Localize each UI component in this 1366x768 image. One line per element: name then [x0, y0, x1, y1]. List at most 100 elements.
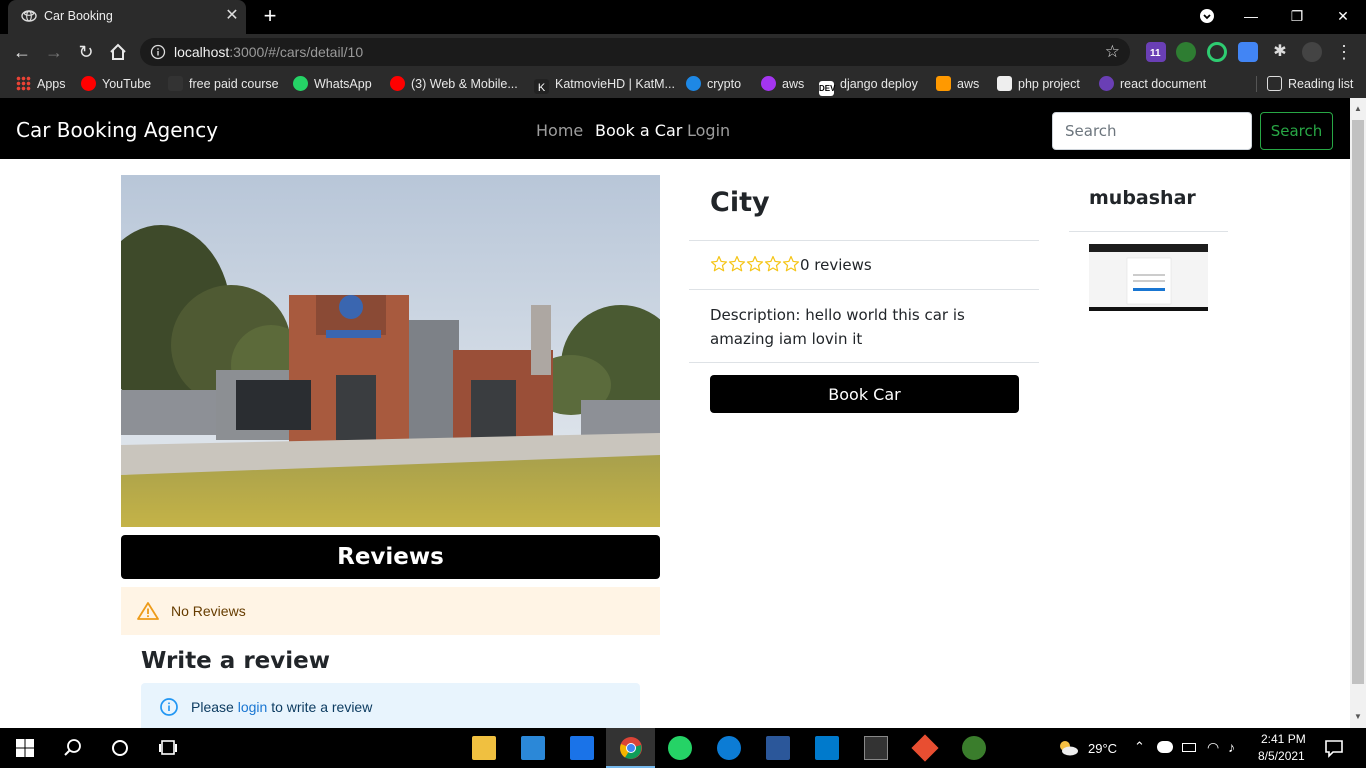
bookmark-label: crypto: [707, 77, 742, 91]
star-icon: [728, 255, 746, 272]
battery-icon[interactable]: [1182, 743, 1196, 752]
scroll-up-icon[interactable]: ▲: [1353, 104, 1363, 114]
word-icon[interactable]: [766, 736, 790, 760]
tab-close-icon[interactable]: ✕: [224, 8, 240, 24]
extensions-puzzle-icon[interactable]: ✱: [1270, 42, 1290, 62]
browser-toolbar: ← → ↻ localhost:3000/#/cars/detail/10 ☆ …: [0, 34, 1366, 70]
write-review-title: Write a review: [141, 648, 330, 674]
youtube-icon: [81, 76, 96, 91]
bookmark-whatsapp[interactable]: WhatsApp: [293, 75, 372, 93]
bookmark-label: free paid course: [189, 77, 279, 91]
bookmark-label: WhatsApp: [314, 77, 372, 91]
car-description: Description: hello world this car is ama…: [710, 306, 965, 348]
notifications-icon[interactable]: [1322, 736, 1346, 760]
no-reviews-alert: No Reviews: [121, 587, 660, 635]
no-reviews-text: No Reviews: [171, 603, 246, 619]
scroll-thumb[interactable]: [1352, 120, 1364, 684]
bookmark-aws-1[interactable]: aws: [761, 75, 804, 93]
edge-icon[interactable]: [717, 736, 741, 760]
google-translate-icon[interactable]: [1238, 42, 1258, 62]
back-icon[interactable]: ←: [11, 41, 33, 63]
divider: [689, 362, 1039, 363]
window-close-icon[interactable]: ✕: [1333, 6, 1353, 26]
site-navbar: Car Booking Agency Home Book a Car Login…: [0, 98, 1350, 159]
windows-start-icon[interactable]: [13, 736, 37, 760]
browser-tab-strip: Car Booking ✕ + — ❐ ✕: [0, 0, 1366, 34]
bookmark-crypto[interactable]: crypto: [686, 75, 741, 93]
tab-search-icon[interactable]: [1197, 6, 1217, 26]
microsoft-store-icon[interactable]: [521, 736, 545, 760]
tray-overflow-icon[interactable]: ⌃: [1134, 739, 1145, 755]
bookmark-php-project[interactable]: php project: [997, 75, 1080, 93]
owner-name: mubashar: [1089, 187, 1196, 209]
car-image: [121, 175, 660, 527]
reading-list[interactable]: Reading list: [1267, 75, 1353, 93]
katmovie-icon: K: [534, 79, 549, 94]
bookmark-star-icon[interactable]: ☆: [1105, 42, 1120, 62]
bookmark-react-document[interactable]: react document: [1099, 75, 1206, 93]
git-icon[interactable]: [911, 734, 939, 762]
scroll-down-icon[interactable]: ▼: [1353, 712, 1363, 722]
profile-avatar[interactable]: [1302, 42, 1322, 62]
download-manager-icon[interactable]: [962, 736, 986, 760]
bookmark-apps[interactable]: Apps: [16, 75, 66, 93]
bookmark-youtube[interactable]: YouTube: [81, 75, 151, 93]
car-rating: 0 reviews: [710, 255, 872, 274]
bookmark-label: aws: [957, 77, 980, 91]
chrome-menu-icon[interactable]: ⋮: [1334, 42, 1354, 62]
vscode-icon[interactable]: [815, 736, 839, 760]
bookmark-katmoviehd[interactable]: K KatmovieHD | KatM...: [534, 75, 675, 94]
wifi-icon[interactable]: ◠: [1207, 739, 1219, 756]
youtube-icon: [390, 76, 405, 91]
chrome-icon[interactable]: [619, 736, 643, 760]
task-view-icon[interactable]: [156, 736, 180, 760]
clock-date[interactable]: 8/5/2021: [1258, 749, 1305, 763]
bookmark-django-deploy[interactable]: DEV django deploy: [819, 75, 918, 96]
login-to-review-alert: Please login to write a review: [141, 683, 640, 728]
warning-icon: [137, 602, 159, 620]
extension-badge-icon[interactable]: 11: [1146, 42, 1166, 62]
search-icon[interactable]: [61, 736, 85, 760]
php-icon: [997, 76, 1012, 91]
bookmark-label: (3) Web & Mobile...: [411, 77, 518, 91]
search-button[interactable]: Search: [1260, 112, 1333, 150]
mail-icon[interactable]: [570, 736, 594, 760]
page-scrollbar[interactable]: ▲ ▼: [1350, 98, 1366, 728]
whatsapp-icon[interactable]: [668, 736, 692, 760]
nav-link-login[interactable]: Login: [687, 121, 730, 140]
search-input[interactable]: [1052, 112, 1252, 150]
login-prompt: Please login to write a review: [191, 699, 372, 715]
clock-time[interactable]: 2:41 PM: [1261, 732, 1306, 746]
site-info-icon[interactable]: [150, 44, 166, 60]
bookmark-label: KatmovieHD | KatM...: [555, 77, 675, 91]
onedrive-icon[interactable]: [1157, 741, 1173, 753]
login-link[interactable]: login: [238, 699, 268, 715]
nav-link-home[interactable]: Home: [536, 121, 583, 140]
new-tab-icon[interactable]: +: [260, 5, 280, 27]
bookmark-web-mobile[interactable]: (3) Web & Mobile...: [390, 75, 518, 93]
address-bar[interactable]: localhost:3000/#/cars/detail/10 ☆: [140, 38, 1130, 66]
nav-link-book-a-car[interactable]: Book a Car: [595, 121, 682, 140]
browser-tab[interactable]: Car Booking ✕: [8, 0, 246, 34]
owner-thumbnail: [1089, 244, 1208, 311]
book-car-button[interactable]: Book Car: [710, 375, 1019, 413]
reload-icon[interactable]: ↻: [75, 41, 97, 63]
forward-icon[interactable]: →: [43, 41, 65, 63]
extension-globe-icon[interactable]: [1176, 42, 1196, 62]
navbar-brand[interactable]: Car Booking Agency: [16, 118, 218, 142]
weather-icon[interactable]: [1056, 736, 1080, 760]
extension-grammar-icon[interactable]: [1207, 42, 1227, 62]
temperature[interactable]: 29°C: [1088, 741, 1117, 756]
bookmark-aws-2[interactable]: aws: [936, 75, 979, 93]
info-icon: [160, 698, 178, 716]
file-explorer-icon[interactable]: [472, 736, 496, 760]
toyota-favicon-icon: [21, 10, 37, 22]
minimize-icon[interactable]: —: [1241, 6, 1261, 26]
car-name: City: [710, 187, 770, 218]
bookmark-free-paid-course[interactable]: free paid course: [168, 75, 279, 93]
home-icon[interactable]: [107, 41, 129, 63]
volume-icon[interactable]: ♪: [1228, 739, 1235, 755]
terminal-icon[interactable]: [864, 736, 888, 760]
restore-icon[interactable]: ❐: [1287, 6, 1307, 26]
cortana-icon[interactable]: [108, 736, 132, 760]
